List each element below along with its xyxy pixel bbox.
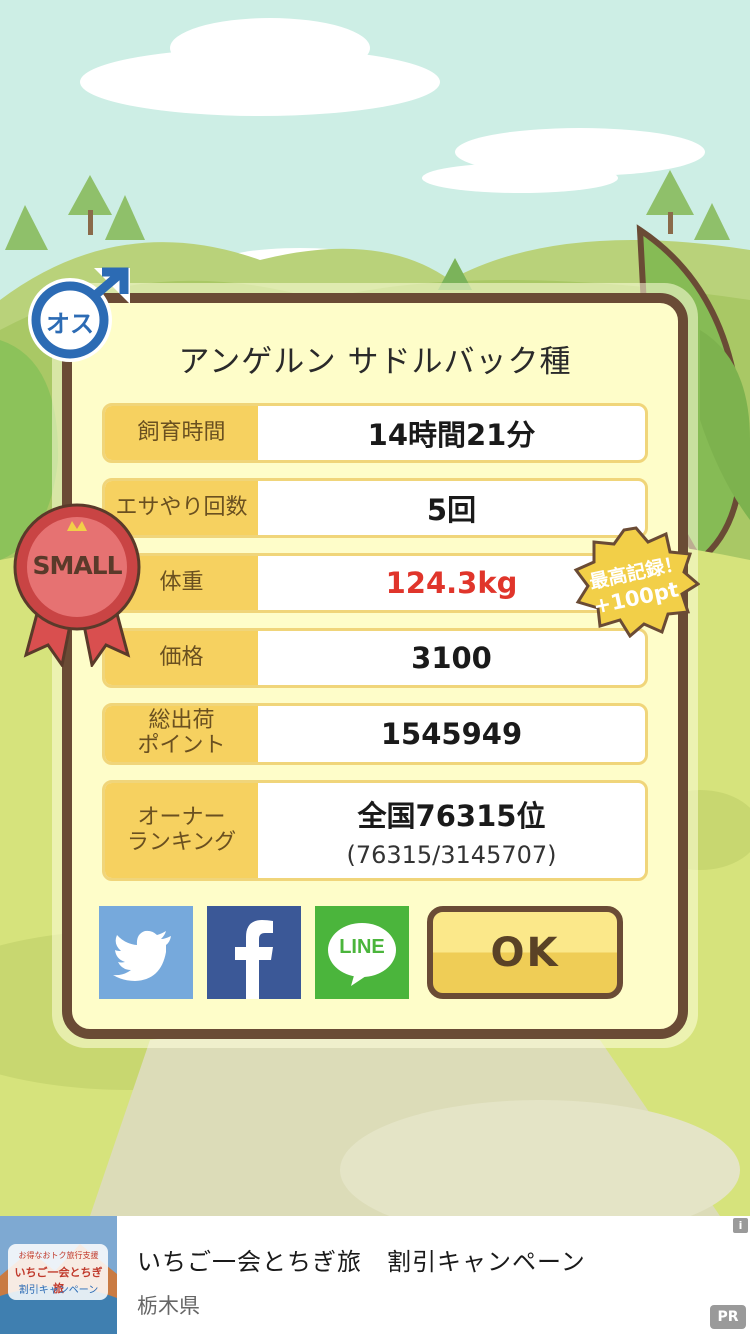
row-value: 14時間21分 bbox=[367, 418, 536, 452]
ad-title[interactable]: いちご一会とちぎ旅 割引キャンペーン bbox=[137, 1242, 586, 1277]
ribbon-icon bbox=[13, 503, 141, 669]
row-value: 1545949 bbox=[380, 717, 523, 751]
ranking-value: 全国76315位 bbox=[357, 798, 546, 833]
row-owner-ranking: オーナー ランキング 全国76315位 (76315/3145707) bbox=[102, 780, 648, 881]
size-label: SMALL bbox=[32, 551, 122, 580]
row-weight: 体重 124.3kg bbox=[102, 553, 648, 613]
small-size-ribbon: SMALL bbox=[12, 495, 142, 669]
ad-pr-badge: PR bbox=[710, 1305, 746, 1329]
ok-button[interactable]: OK bbox=[427, 906, 623, 999]
ok-label: OK bbox=[490, 929, 560, 976]
line-share-button[interactable]: LINE bbox=[315, 906, 409, 999]
male-gender-badge: オス bbox=[24, 262, 136, 366]
row-label: オーナー ランキング bbox=[105, 783, 258, 878]
gender-label: オス bbox=[46, 310, 94, 338]
twitter-share-button[interactable] bbox=[99, 906, 193, 999]
ranking-detail: (76315/3145707) bbox=[346, 840, 557, 869]
row-label: 飼育時間 bbox=[105, 406, 258, 460]
facebook-share-button[interactable] bbox=[207, 906, 301, 999]
row-total-points: 総出荷 ポイント 1545949 bbox=[102, 703, 648, 765]
ad-thumbnail[interactable]: お得なおトク旅行支援 いちご一会とちぎ旅 割引キャンペーン bbox=[0, 1216, 117, 1334]
row-value: 全国76315位 (76315/3145707) bbox=[258, 783, 645, 878]
row-value: 3100 bbox=[411, 641, 492, 675]
row-label: 総出荷 ポイント bbox=[105, 706, 258, 762]
row-feed-count: エサやり回数 5回 bbox=[102, 478, 648, 538]
ad-thumb-line3: 割引キャンペーン bbox=[18, 1285, 99, 1296]
record-badge: 最高記録！ +100pt bbox=[572, 526, 701, 639]
line-label: LINE bbox=[339, 936, 385, 958]
row-price: 価格 3100 bbox=[102, 628, 648, 688]
twitter-bird-icon bbox=[99, 906, 193, 999]
facebook-f-icon bbox=[207, 906, 301, 999]
ad-info-icon[interactable]: i bbox=[733, 1218, 748, 1233]
row-raising-time: 飼育時間 14時間21分 bbox=[102, 403, 648, 463]
ad-advertiser: 栃木県 bbox=[137, 1294, 200, 1318]
ad-thumb-line1: お得なおトク旅行支援 bbox=[18, 1251, 99, 1260]
breed-title: アンゲルン サドルバック種 bbox=[178, 344, 572, 380]
